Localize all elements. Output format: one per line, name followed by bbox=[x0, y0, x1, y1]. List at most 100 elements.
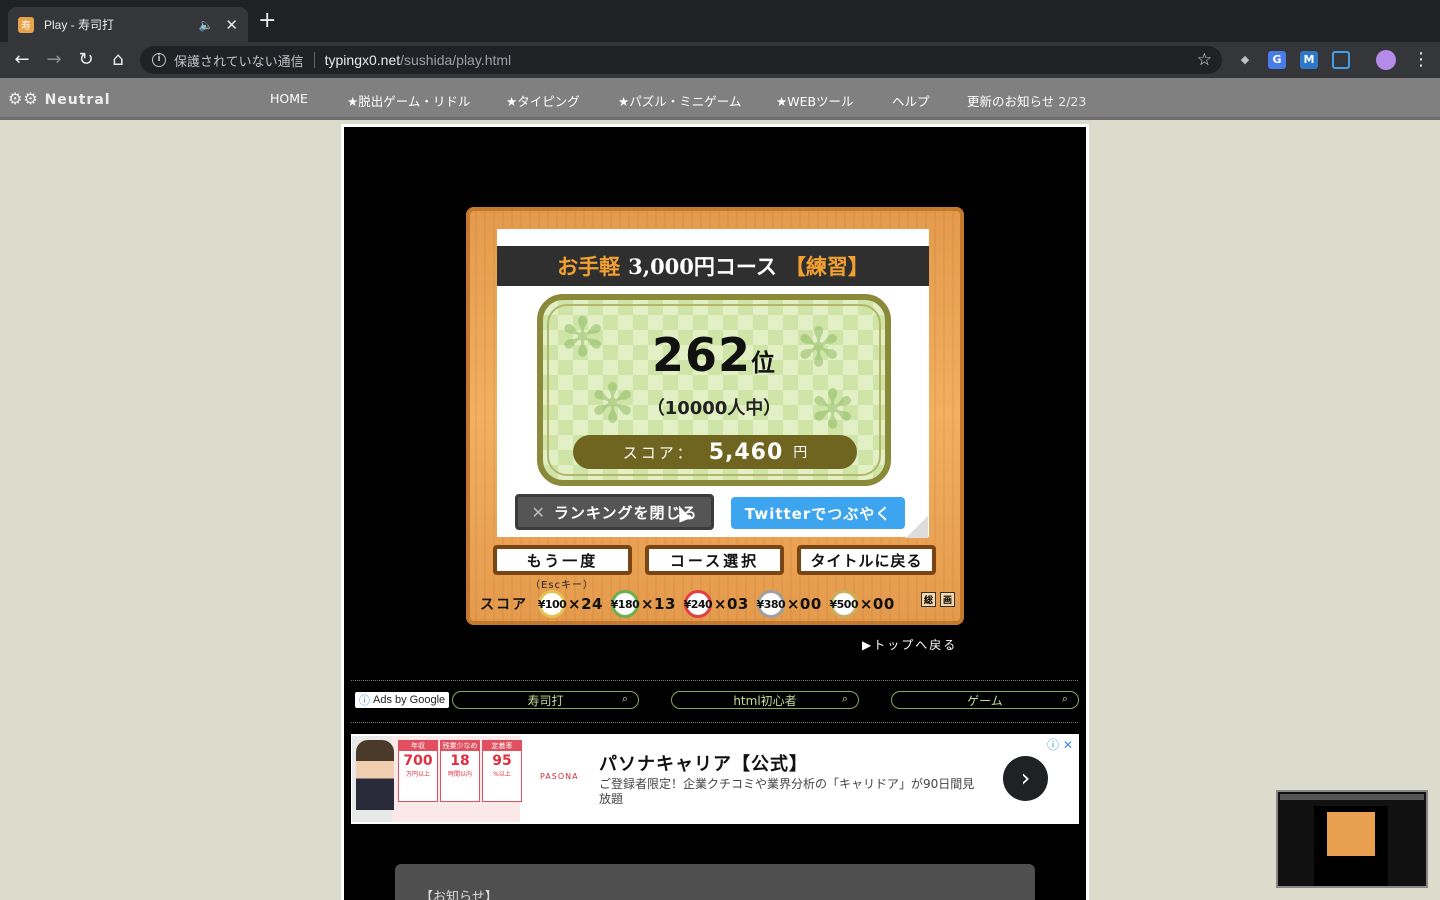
nav-item-typing[interactable]: ★タイピング bbox=[506, 91, 580, 110]
back-arrow-icon[interactable]: ← bbox=[10, 48, 34, 72]
search-icon: ⌕ bbox=[621, 692, 628, 705]
ad-choices-icon[interactable]: ⓘ ✕ bbox=[1047, 736, 1073, 753]
pip-board-preview bbox=[1327, 812, 1375, 856]
ad-search-pill[interactable]: html初心者 ⌕ bbox=[671, 691, 859, 709]
plate-icon: ¥380 bbox=[757, 590, 786, 618]
extension-m-icon[interactable]: M bbox=[1300, 51, 1318, 69]
plate-240: ¥240 ×03 bbox=[684, 590, 749, 618]
speaker-icon[interactable]: 🔈 bbox=[198, 18, 213, 32]
banner-stat: 定着率 95 %以上 bbox=[482, 740, 522, 802]
pip-toolbar bbox=[1280, 794, 1424, 800]
retry-button[interactable]: もう一度 bbox=[493, 545, 632, 575]
course-title: お手軽 3,000円コース 【練習】 bbox=[497, 246, 929, 286]
address-bar[interactable]: i 保護されていない通信 typingx0.net /sushida/play.… bbox=[140, 46, 1222, 74]
profile-avatar[interactable] bbox=[1376, 50, 1396, 70]
twitter-share-button[interactable]: Twitterでつぶやく bbox=[731, 497, 905, 529]
extension-square-icon[interactable] bbox=[1332, 51, 1350, 69]
plate-count: ×00 bbox=[786, 595, 822, 613]
close-tab-icon[interactable]: ✕ bbox=[225, 16, 238, 34]
back-to-top-link[interactable]: ▶トップへ戻る bbox=[862, 636, 957, 653]
stat-sub: 時間以内 bbox=[447, 771, 472, 778]
stat-sub: %以上 bbox=[493, 771, 511, 778]
info-icon[interactable]: i bbox=[152, 53, 166, 67]
stat-value: 95 bbox=[492, 753, 512, 769]
forward-arrow-icon[interactable]: → bbox=[42, 48, 66, 72]
plate-500: ¥500 ×00 bbox=[830, 590, 895, 618]
more-menu-icon[interactable]: ⋮ bbox=[1412, 48, 1430, 72]
stat-value: 700 bbox=[403, 753, 433, 769]
course-mode: 【練習】 bbox=[784, 254, 869, 279]
ad-search-label: html初心者 bbox=[733, 693, 797, 708]
nav-item-help[interactable]: ヘルプ bbox=[892, 91, 930, 110]
divider bbox=[351, 680, 1078, 681]
gear-icon: ⚙⚙ bbox=[8, 89, 39, 108]
plate-count: ×24 bbox=[568, 595, 603, 613]
plates-label: スコア bbox=[480, 597, 528, 613]
bookmark-star-icon[interactable]: ☆ bbox=[1197, 50, 1212, 70]
plate-180: ¥180 ×13 bbox=[611, 590, 676, 618]
url-path: /sushida/play.html bbox=[400, 52, 512, 68]
news-label: 更新のお知らせ bbox=[967, 94, 1055, 109]
new-tab-icon[interactable]: + bbox=[258, 10, 276, 32]
plate-count: ×00 bbox=[859, 595, 895, 613]
banner-stat: 残業少なめ 18 時間以内 bbox=[440, 740, 480, 802]
home-icon[interactable]: ⌂ bbox=[106, 48, 130, 72]
reload-icon[interactable]: ↻ bbox=[74, 48, 98, 72]
nav-item-puzzle[interactable]: ★パズル・ミニゲーム bbox=[618, 91, 741, 110]
browser-tab-bar: 寿 Play - 寿司打 🔈 ✕ + bbox=[0, 0, 1440, 42]
ad-search-label: 寿司打 bbox=[527, 693, 564, 708]
summary-icon[interactable]: 総 bbox=[921, 592, 936, 607]
course-prefix: お手軽 bbox=[557, 254, 621, 279]
url-host: typingx0.net bbox=[324, 52, 401, 68]
plate-mini-icons: 総 画 bbox=[921, 592, 955, 607]
news-date: 2/23 bbox=[1058, 94, 1087, 109]
nav-item-news[interactable]: 更新のお知らせ 2/23 bbox=[967, 91, 1086, 110]
plate-count: ×13 bbox=[640, 595, 676, 613]
security-label[interactable]: 保護されていない通信 bbox=[174, 51, 304, 70]
site-logo-text: Neutral bbox=[44, 92, 111, 108]
back-to-title-button[interactable]: タイトルに戻る bbox=[797, 545, 936, 575]
translate-icon[interactable]: G bbox=[1268, 51, 1286, 69]
info-icon: ⓘ bbox=[359, 695, 370, 707]
score-label: スコア： bbox=[622, 443, 695, 462]
browser-tab[interactable]: 寿 Play - 寿司打 🔈 ✕ bbox=[8, 7, 248, 42]
banner-description[interactable]: ご登録者限定！企業クチコミや業界分析の「キャリドア」が90日間見放題 bbox=[599, 777, 979, 807]
nav-item-escape-games[interactable]: ★脱出ゲーム・リドル bbox=[347, 91, 470, 110]
course-select-button[interactable]: コース選択 bbox=[645, 545, 784, 575]
rank-display: 262位 bbox=[537, 328, 891, 382]
plate-380: ¥380 ×00 bbox=[757, 590, 822, 618]
rank-total: （10000人中） bbox=[646, 398, 782, 419]
browser-toolbar: ← → ↻ ⌂ i 保護されていない通信 typingx0.net /sushi… bbox=[0, 42, 1440, 78]
site-nav: ⚙⚙ Neutral HOME ★脱出ゲーム・リドル ★タイピング ★パズル・ミ… bbox=[0, 78, 1440, 120]
chevron-right-icon[interactable]: › bbox=[1003, 756, 1048, 801]
omnibox-divider bbox=[313, 52, 315, 68]
rank-unit: 位 bbox=[751, 349, 777, 377]
nav-item-home[interactable]: HOME bbox=[270, 91, 308, 106]
close-icon: ✕ bbox=[531, 502, 546, 522]
nav-item-webtools[interactable]: ★WEBツール bbox=[776, 91, 854, 110]
ads-by-google[interactable]: ⓘ Ads by Google bbox=[355, 692, 450, 708]
ad-search-pill[interactable]: ゲーム ⌕ bbox=[891, 691, 1079, 709]
screen-icon[interactable]: 画 bbox=[940, 592, 955, 607]
plate-icon: ¥100 bbox=[538, 590, 567, 618]
score-display: スコア： 5,460 円 bbox=[573, 435, 857, 469]
banner-person-image bbox=[356, 740, 394, 810]
ad-search-pill[interactable]: 寿司打 ⌕ bbox=[452, 691, 639, 709]
site-logo[interactable]: ⚙⚙ Neutral bbox=[8, 89, 111, 108]
search-icon: ⌕ bbox=[841, 692, 848, 705]
divider bbox=[351, 722, 1078, 723]
score-unit: 円 bbox=[793, 445, 808, 461]
tab-favicon-icon: 寿 bbox=[18, 16, 34, 33]
stat-top: 年収 bbox=[399, 741, 437, 751]
plate-tally: スコア ¥100 ×24 ¥180 ×13 ¥240 ×03 ¥380 ×00 … bbox=[480, 590, 960, 618]
stat-top: 定着率 bbox=[483, 741, 521, 751]
plate-count: ×03 bbox=[713, 595, 749, 613]
banner-brand-logo: PASONA bbox=[540, 772, 579, 781]
course-name: 3,000円コース bbox=[628, 254, 777, 279]
banner-title[interactable]: パソナキャリア【公式】 bbox=[599, 750, 808, 776]
rank-value: 262 bbox=[651, 328, 752, 382]
stat-value: 18 bbox=[450, 753, 470, 769]
dropbox-icon[interactable]: ◆ bbox=[1236, 51, 1254, 69]
plate-icon: ¥500 bbox=[830, 590, 859, 618]
plate-100: ¥100 ×24 bbox=[538, 590, 603, 618]
